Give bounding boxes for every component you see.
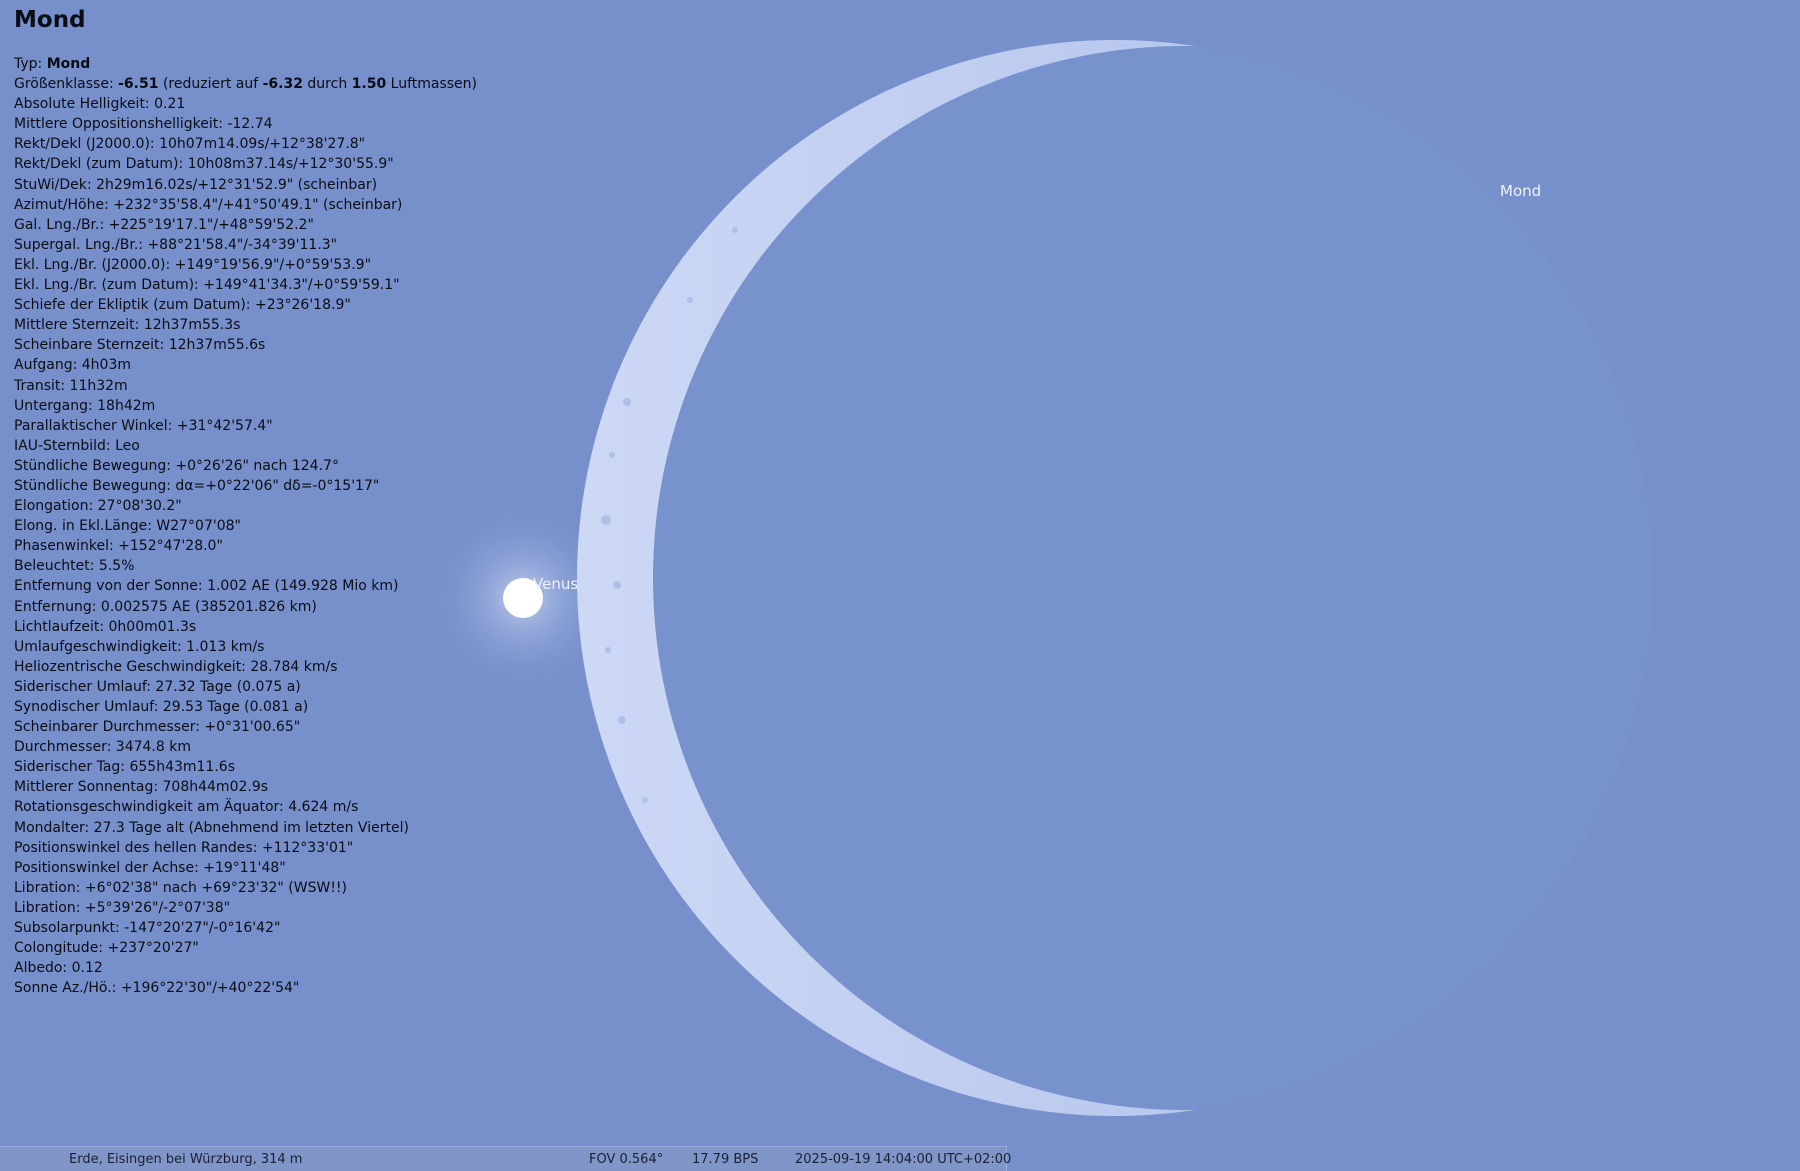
info-line: Aufgang: 4h03m bbox=[14, 357, 132, 374]
status-location[interactable]: Erde, Eisingen bei Würzburg, 314 m bbox=[69, 1152, 302, 1167]
magnitude-by: durch bbox=[307, 76, 348, 93]
info-line: Siderischer Tag: 655h43m11.6s bbox=[14, 759, 235, 776]
info-line: Stündliche Bewegung: dα=+0°22'06" dδ=-0°… bbox=[14, 477, 380, 494]
status-datetime[interactable]: 2025-09-19 14:04:00 UTC+02:00 bbox=[795, 1152, 1011, 1167]
magnitude-reduced-value: -6.32 bbox=[262, 76, 303, 93]
magnitude-airmass: 1.50 bbox=[351, 76, 387, 93]
status-fps: 17.79 BPS bbox=[692, 1152, 759, 1167]
info-line: Durchmesser: 3474.8 km bbox=[14, 739, 191, 756]
info-line: StuWi/Dek: 2h29m16.02s/+12°31'52.9" (sch… bbox=[14, 176, 378, 193]
info-line: Mittlere Oppositionshelligkeit: -12.74 bbox=[14, 116, 273, 133]
info-line: Scheinbare Sternzeit: 12h37m55.6s bbox=[14, 337, 266, 354]
info-line: Libration: +5°39'26"/-2°07'38" bbox=[14, 899, 231, 916]
info-line: Elong. in Ekl.Länge: W27°07'08" bbox=[14, 518, 241, 535]
status-fov: FOV 0.564° bbox=[589, 1152, 664, 1167]
info-line: Lichtlaufzeit: 0h00m01.3s bbox=[14, 618, 197, 635]
magnitude-airmass-suffix: Luftmassen) bbox=[390, 76, 478, 93]
magnitude-line: Größenklasse: -6.51 (reduziert auf -6.32… bbox=[14, 74, 574, 94]
magnitude-label: Größenklasse: bbox=[14, 76, 114, 93]
object-name: Mond bbox=[14, 7, 86, 33]
info-line: Beleuchtet: 5.5% bbox=[14, 558, 135, 575]
info-line: Mondalter: 27.3 Tage alt (Abnehmend im l… bbox=[14, 819, 409, 836]
info-line: Ekl. Lng./Br. (zum Datum): +149°41'34.3"… bbox=[14, 277, 400, 294]
info-line: Positionswinkel der Achse: +19°11'48" bbox=[14, 859, 286, 876]
info-line: Supergal. Lng./Br.: +88°21'58.4"/-34°39'… bbox=[14, 236, 338, 253]
object-type-label: Typ: bbox=[14, 56, 43, 72]
info-lines: Absolute Helligkeit: 0.21 Mittlere Opposi… bbox=[14, 94, 574, 998]
info-line: Positionswinkel des hellen Randes: +112°… bbox=[14, 839, 354, 856]
status-bar[interactable]: Erde, Eisingen bei Würzburg, 314 m FOV 0… bbox=[0, 1146, 1011, 1171]
info-line: Albedo: 0.12 bbox=[14, 960, 103, 977]
info-line: Untergang: 18h42m bbox=[14, 397, 156, 414]
info-line: Absolute Helligkeit: 0.21 bbox=[14, 96, 186, 113]
magnitude-value: -6.51 bbox=[118, 76, 159, 93]
info-line: Libration: +6°02'38" nach +69°23'32" (WS… bbox=[14, 879, 348, 896]
info-line: Transit: 11h32m bbox=[14, 377, 128, 394]
info-line: Colongitude: +237°20'27" bbox=[14, 940, 199, 957]
info-line: Phasenwinkel: +152°47'28.0" bbox=[14, 538, 223, 555]
info-line: Elongation: 27°08'30.2" bbox=[14, 498, 182, 515]
object-type-value: Mond bbox=[46, 56, 91, 72]
info-line: Synodischer Umlauf: 29.53 Tage (0.081 a) bbox=[14, 699, 309, 715]
info-line: Stündliche Bewegung: +0°26'26" nach 124.… bbox=[14, 457, 339, 474]
info-line: Entfernung: 0.002575 AE (385201.826 km) bbox=[14, 598, 317, 615]
info-line: Rekt/Dekl (zum Datum): 10h08m37.14s/+12°… bbox=[14, 156, 394, 173]
info-line: Parallaktischer Winkel: +31°42'57.4" bbox=[14, 417, 273, 434]
info-line: Gal. Lng./Br.: +225°19'17.1"/+48°59'52.2… bbox=[14, 216, 314, 233]
info-line: IAU-Sternbild: Leo bbox=[14, 437, 140, 454]
info-line: Umlaufgeschwindigkeit: 1.013 km/s bbox=[14, 638, 265, 655]
info-line: Mittlerer Sonnentag: 708h44m02.9s bbox=[14, 779, 269, 796]
info-line: Rotationsgeschwindigkeit am Äquator: 4.6… bbox=[14, 799, 359, 816]
info-line: Scheinbarer Durchmesser: +0°31'00.65" bbox=[14, 719, 301, 736]
info-line: Siderischer Umlauf: 27.32 Tage (0.075 a) bbox=[14, 678, 301, 695]
info-line: Heliozentrische Geschwindigkeit: 28.784 … bbox=[14, 658, 338, 675]
info-line: Mittlere Sternzeit: 12h37m55.3s bbox=[14, 317, 241, 334]
object-type-line: Typ: Mond bbox=[14, 54, 574, 74]
info-line: Entfernung von der Sonne: 1.002 AE (149.… bbox=[14, 578, 399, 595]
info-line: Subsolarpunkt: -147°20'27"/-0°16'42" bbox=[14, 920, 281, 937]
info-line: Schiefe der Ekliptik (zum Datum): +23°26… bbox=[14, 297, 351, 314]
object-info-panel: Mond Typ: Mond Größenklasse: -6.51 (redu… bbox=[14, 6, 574, 998]
info-line: Ekl. Lng./Br. (J2000.0): +149°19'56.9"/+… bbox=[14, 256, 372, 273]
info-line: Azimut/Höhe: +232°35'58.4"/+41°50'49.1" … bbox=[14, 196, 403, 213]
info-line: Sonne Az./Hö.: +196°22'30"/+40°22'54" bbox=[14, 980, 300, 997]
moon-sky-label[interactable]: Mond bbox=[1500, 182, 1541, 200]
info-line: Rekt/Dekl (J2000.0): 10h07m14.09s/+12°38… bbox=[14, 136, 366, 153]
magnitude-reduced-prefix: (reduziert auf bbox=[162, 76, 259, 93]
